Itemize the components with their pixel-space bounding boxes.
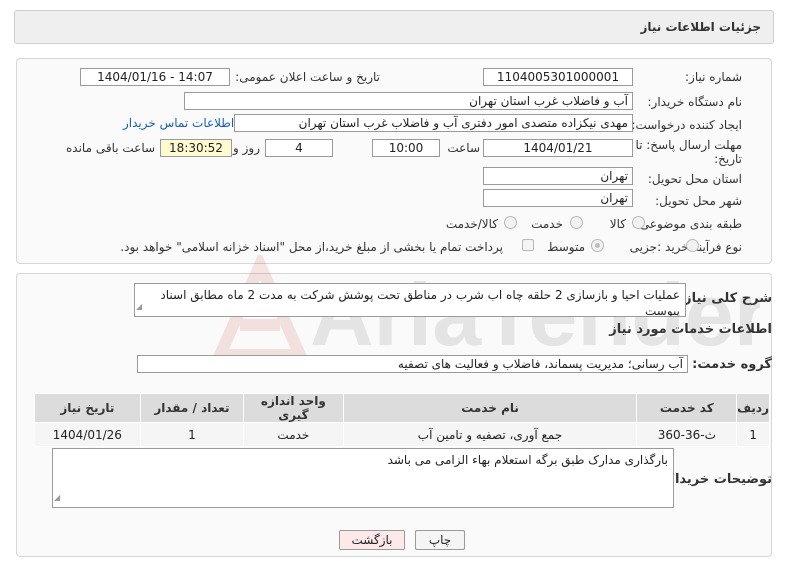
- services-table: ردیف کد خدمت نام خدمت واحد اندازه گیری ت…: [34, 393, 770, 447]
- cell-unit: خدمت: [243, 422, 344, 447]
- announce-field: 1404/01/16 - 14:07: [80, 68, 230, 86]
- cell-row-number: 1: [736, 422, 770, 447]
- process-label: نوع فرآیند خرید :: [657, 240, 742, 254]
- remaining-time-field: 18:30:52: [160, 139, 232, 157]
- category-option-goods-service: کالا/خدمت: [445, 217, 498, 231]
- resize-grip-icon: ◢: [136, 302, 143, 311]
- table-header-row: ردیف کد خدمت نام خدمت واحد اندازه گیری ت…: [34, 393, 770, 423]
- col-header-row-number: ردیف: [736, 393, 770, 423]
- process-radio-minor[interactable]: [686, 239, 699, 252]
- page-header: جزئیات اطلاعات نیاز: [14, 10, 774, 44]
- category-label: طبقه بندی موضوعی:: [635, 217, 742, 231]
- service-group-field: آب رسانی؛ مدیریت پسماند، فاضلاب و فعالیت…: [137, 355, 688, 373]
- buyer-org-label: نام دستگاه خریدار:: [647, 95, 743, 109]
- col-header-unit: واحد اندازه گیری: [243, 393, 344, 423]
- province-field: تهران: [483, 167, 633, 185]
- category-radio-goods-service[interactable]: [504, 216, 517, 229]
- back-button[interactable]: بازگشت: [339, 530, 405, 550]
- announce-label: تاریخ و ساعت اعلان عمومی:: [235, 70, 380, 84]
- creator-field: مهدی نیکزاده متصدی امور دفتری آب و فاضلا…: [234, 114, 633, 132]
- services-heading: اطلاعات خدمات مورد نیاز: [609, 322, 772, 337]
- category-option-goods: کالا: [609, 217, 626, 231]
- col-header-service-code: کد خدمت: [636, 393, 738, 423]
- col-header-service-name: نام خدمت: [342, 393, 638, 423]
- summary-textarea[interactable]: عملیات احیا و بازسازی 2 حلقه چاه اب شرب …: [134, 283, 686, 317]
- cell-quantity: 1: [139, 422, 245, 447]
- province-label: استان محل تحویل:: [647, 172, 742, 186]
- city-field: تهران: [483, 189, 633, 207]
- cell-service-name: جمع آوری، تصفیه و تامین آب: [342, 422, 638, 447]
- process-radio-medium[interactable]: [591, 239, 604, 252]
- city-label: شهر محل تحویل:: [655, 194, 742, 208]
- deadline-date-field: 1404/01/21: [483, 139, 633, 157]
- print-button[interactable]: چاپ: [415, 530, 465, 550]
- page-title: جزئیات اطلاعات نیاز: [640, 20, 761, 34]
- deadline-label: مهلت ارسال پاسخ: تا تاریخ:: [635, 138, 742, 166]
- creator-label: ایجاد کننده درخواست:: [631, 118, 742, 132]
- deadline-time-label: ساعت: [447, 141, 480, 155]
- treasury-payment-note: پرداخت تمام یا بخشی از مبلغ خرید،از محل …: [120, 240, 503, 254]
- need-number-field: 1104005301000001: [483, 68, 633, 86]
- days-field: 4: [265, 139, 333, 157]
- category-radio-service[interactable]: [570, 216, 583, 229]
- need-number-label: شماره نیاز:: [685, 70, 742, 84]
- treasury-payment-checkbox[interactable]: [522, 239, 534, 251]
- buyer-contact-link[interactable]: اطلاعات تماس خریدار: [123, 116, 234, 130]
- days-label: روز و: [233, 141, 260, 155]
- deadline-time-field: 10:00: [372, 139, 440, 157]
- service-group-label: گروه خدمت:: [692, 357, 772, 372]
- cell-service-code: ث-36-360: [636, 422, 738, 447]
- buyer-org-field: آب و فاضلاب غرب استان تهران: [184, 92, 633, 110]
- process-option-medium: متوسط: [547, 240, 585, 254]
- summary-text: عملیات احیا و بازسازی 2 حلقه چاه اب شرب …: [160, 288, 680, 317]
- process-option-minor: جزیی: [629, 240, 657, 254]
- table-row: 1 ث-36-360 جمع آوری، تصفیه و تامین آب خد…: [34, 422, 770, 447]
- buyer-notes-textarea[interactable]: بارگذاری مدارک طبق برگه استعلام بهاء الز…: [52, 448, 674, 508]
- col-header-quantity: تعداد / مقدار: [139, 393, 245, 423]
- resize-grip-icon: ◢: [54, 493, 61, 502]
- col-header-need-date: تاریخ نیاز: [34, 393, 141, 423]
- category-option-service: خدمت: [531, 217, 563, 231]
- category-radio-goods[interactable]: [632, 216, 645, 229]
- buyer-notes-text: بارگذاری مدارک طبق برگه استعلام بهاء الز…: [387, 453, 668, 467]
- buyer-notes-label: توضیحات خریدار:: [662, 472, 772, 487]
- remaining-label: ساعت باقی مانده: [66, 141, 156, 155]
- cell-need-date: 1404/01/26: [34, 422, 141, 447]
- summary-label: شرح کلی نیاز:: [678, 291, 772, 306]
